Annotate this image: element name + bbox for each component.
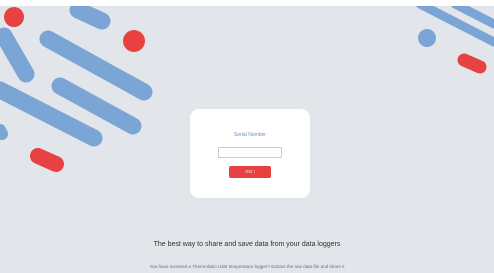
red-pill <box>457 53 487 74</box>
stripe <box>0 124 8 140</box>
serial-number-input[interactable] <box>218 147 282 158</box>
serial-number-label: Serial Number <box>234 132 266 138</box>
stripe <box>0 27 35 83</box>
blue-dot <box>418 29 436 47</box>
landing-page: Serial Number GO ! The best way to share… <box>0 6 494 273</box>
red-dot <box>4 7 24 27</box>
red-pill <box>30 148 64 172</box>
go-button[interactable]: GO ! <box>229 166 271 178</box>
subtext: You have received a Thermolabo USB tempe… <box>149 264 345 269</box>
tagline: The best way to share and save data from… <box>153 241 341 248</box>
stripe <box>69 6 111 30</box>
serial-number-card: Serial Number GO ! <box>190 109 310 198</box>
red-dot <box>123 30 145 52</box>
